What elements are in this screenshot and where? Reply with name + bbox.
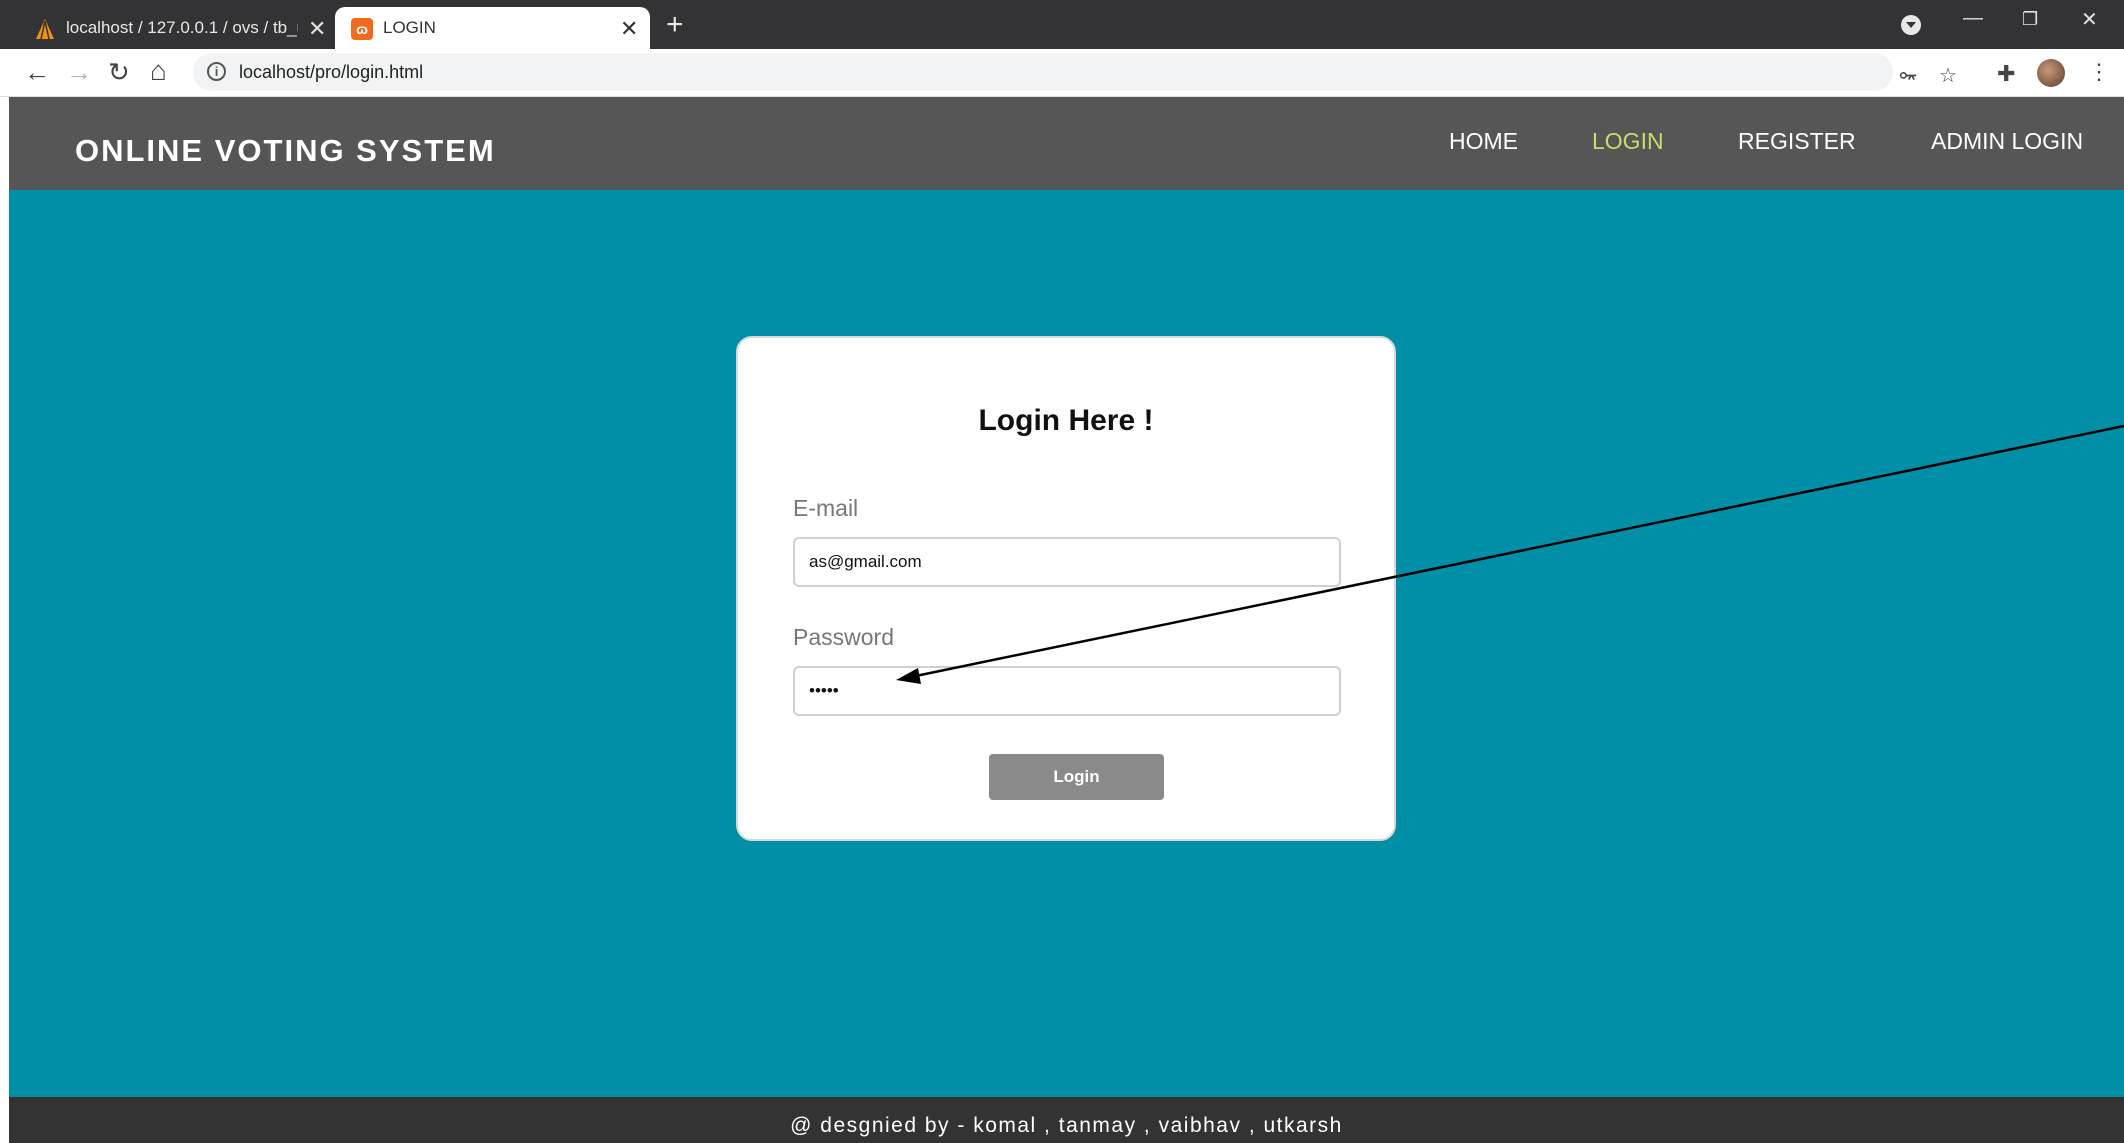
back-icon[interactable]: ←	[24, 57, 50, 88]
nav-register[interactable]: REGISTER	[1738, 128, 1856, 155]
new-tab-icon[interactable]: +	[666, 8, 684, 42]
phpmyadmin-icon	[36, 19, 54, 40]
tab-phpmyadmin[interactable]: localhost / 127.0.0.1 / ovs / tb_user ✕	[20, 7, 332, 49]
tab-title: LOGIN	[383, 18, 436, 37]
email-label: E-mail	[793, 495, 859, 521]
tab-title: localhost / 127.0.0.1 / ovs / tb_user	[66, 18, 298, 37]
web-page: ONLINE VOTING SYSTEM HOME LOGIN REGISTER…	[9, 97, 2124, 1143]
close-window-icon[interactable]: ✕	[2081, 7, 2098, 32]
star-icon[interactable]: ☆	[1939, 63, 1957, 88]
login-button[interactable]: Login	[989, 754, 1164, 800]
nav-home[interactable]: HOME	[1449, 128, 1518, 155]
password-field[interactable]	[793, 666, 1341, 716]
close-icon[interactable]: ✕	[308, 16, 326, 42]
tab-login[interactable]: ɷ LOGIN ✕	[335, 7, 650, 49]
tab-search-icon[interactable]	[1901, 15, 1921, 35]
avatar[interactable]	[2037, 59, 2065, 87]
footer-credits: @ desgnied by - komal , tanmay , vaibhav…	[790, 1114, 1343, 1137]
minimize-icon[interactable]: —	[1963, 7, 1983, 30]
main-content: Login Here ! E-mail Password Login	[9, 190, 2124, 1097]
extensions-icon[interactable]: ✚	[1997, 61, 2015, 87]
restore-icon[interactable]: ❐	[2022, 9, 2038, 30]
email-field[interactable]	[793, 537, 1341, 587]
xampp-icon: ɷ	[351, 18, 373, 40]
url-text[interactable]: localhost/pro/login.html	[239, 62, 423, 83]
more-menu-icon[interactable]: ⋮	[2088, 59, 2110, 85]
login-card: Login Here ! E-mail Password Login	[736, 336, 1396, 841]
browser-toolbar: ← → ↻ ⌂ i localhost/pro/login.html ⚷ ☆ ✚…	[0, 49, 2124, 97]
site-logo[interactable]: ONLINE VOTING SYSTEM	[75, 133, 496, 169]
info-icon[interactable]: i	[207, 62, 226, 81]
key-icon[interactable]: ⚷	[1896, 68, 1921, 83]
site-footer: @ desgnied by - komal , tanmay , vaibhav…	[9, 1097, 2124, 1143]
password-label: Password	[793, 624, 894, 650]
login-title: Login Here !	[978, 404, 1154, 437]
home-icon[interactable]: ⌂	[150, 55, 167, 87]
reload-icon[interactable]: ↻	[108, 57, 130, 88]
forward-icon[interactable]: →	[66, 57, 92, 88]
address-bar[interactable]: i localhost/pro/login.html ⚷ ☆	[193, 53, 1957, 91]
nav-login[interactable]: LOGIN	[1592, 128, 1664, 155]
site-header: ONLINE VOTING SYSTEM HOME LOGIN REGISTER…	[9, 97, 2124, 190]
browser-tabstrip: localhost / 127.0.0.1 / ovs / tb_user ✕ …	[0, 0, 2124, 49]
close-icon[interactable]: ✕	[620, 16, 638, 42]
nav-admin-login[interactable]: ADMIN LOGIN	[1931, 128, 2083, 155]
